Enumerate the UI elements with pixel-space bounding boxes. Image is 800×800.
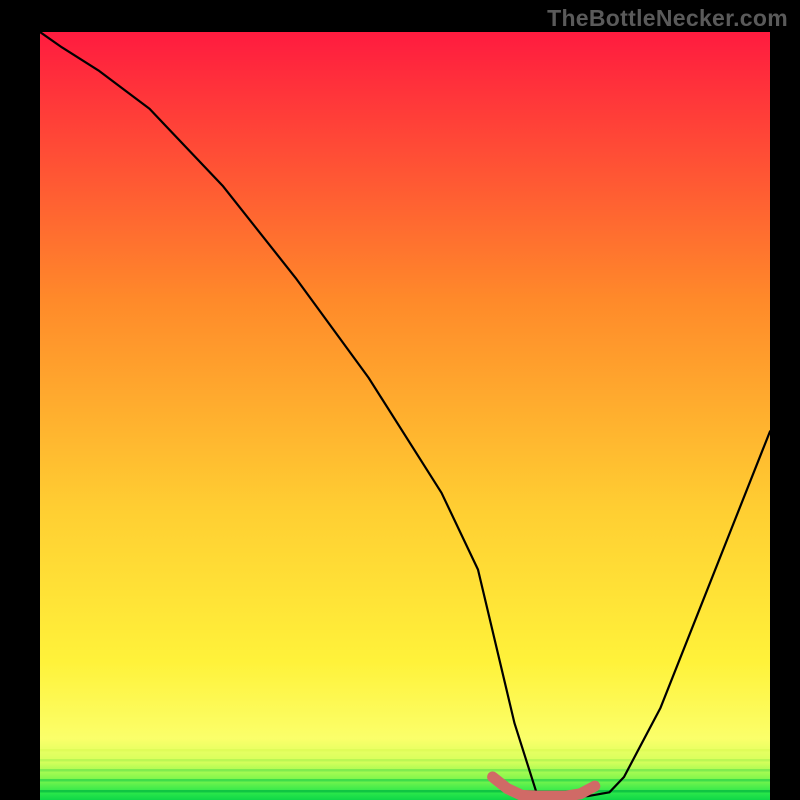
green-band-4 [40,759,770,762]
green-band-3 [40,769,770,772]
plot-svg [40,32,770,800]
green-band-1 [40,790,770,793]
plot-frame [40,32,770,800]
green-band-5 [40,749,770,752]
green-band-2 [40,779,770,782]
watermark-text: TheBottleNecker.com [547,5,788,32]
gradient-background [40,32,770,800]
chart-root: TheBottleNecker.com [0,0,800,800]
